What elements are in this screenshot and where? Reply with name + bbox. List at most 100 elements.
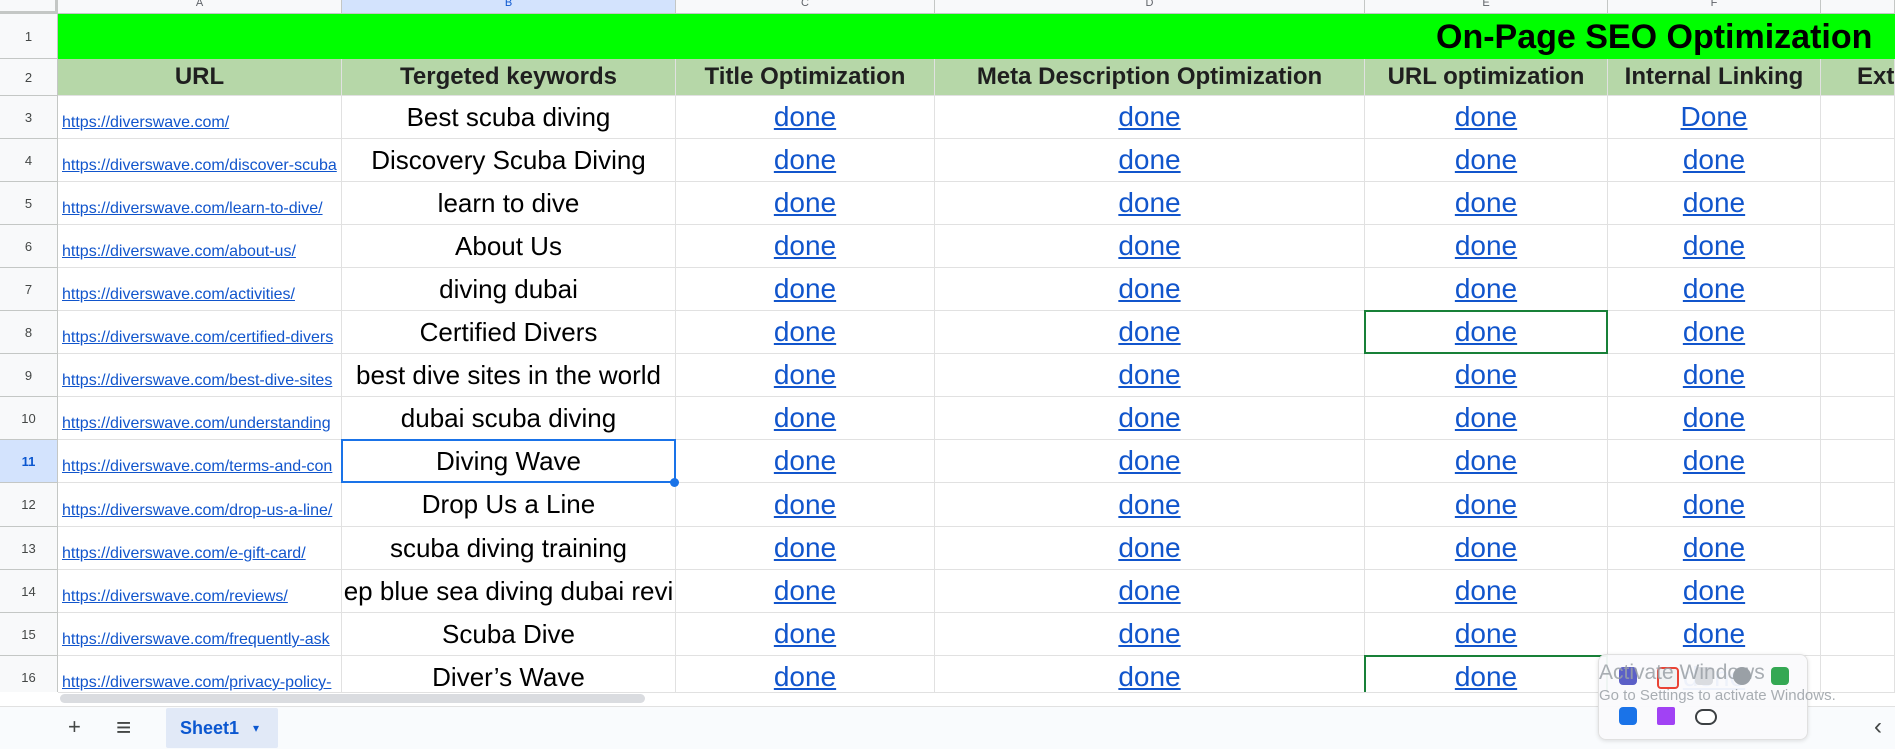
meta-description-cell[interactable]: done (935, 225, 1365, 268)
url-optimization-cell[interactable]: done (1365, 656, 1608, 692)
keyword-cell[interactable]: ep blue sea diving dubai revi (342, 570, 676, 613)
url-optimization-cell[interactable]: done (1365, 613, 1608, 656)
meta-description-cell[interactable]: done (935, 311, 1365, 354)
external-linking-cell[interactable] (1821, 397, 1895, 440)
row-header-16[interactable]: 16 (0, 656, 58, 692)
internal-linking-cell[interactable]: done (1608, 225, 1821, 268)
all-sheets-menu-icon[interactable]: ≡ (116, 712, 131, 743)
internal-linking-cell[interactable]: done (1608, 527, 1821, 570)
header-cell-1[interactable]: URL (58, 59, 342, 96)
title-optimization-cell[interactable]: done (676, 139, 935, 182)
pen-icon[interactable] (1657, 707, 1675, 725)
title-optimization-cell[interactable]: done (676, 656, 935, 692)
url-optimization-cell[interactable]: done (1365, 527, 1608, 570)
title-optimization-cell[interactable]: done (676, 527, 935, 570)
meta-description-cell[interactable]: done (935, 397, 1365, 440)
url-cell[interactable]: https://diverswave.com/certified-divers (58, 311, 342, 354)
meta-description-cell[interactable]: done (935, 182, 1365, 225)
column-header-a[interactable]: A (58, 0, 342, 14)
keyword-cell[interactable]: diving dubai (342, 268, 676, 311)
url-optimization-cell[interactable]: done (1365, 483, 1608, 527)
row-header-5[interactable]: 5 (0, 182, 58, 225)
row-header-1[interactable]: 1 (0, 14, 58, 59)
header-cell-7[interactable]: Ext (1821, 59, 1895, 96)
column-header-c[interactable]: C (676, 0, 935, 14)
url-optimization-cell[interactable]: done (1365, 225, 1608, 268)
header-cell-2[interactable]: Tergeted keywords (342, 59, 676, 96)
meta-description-cell[interactable]: done (935, 96, 1365, 139)
keyword-cell[interactable]: learn to dive (342, 182, 676, 225)
url-cell[interactable]: https://diverswave.com/drop-us-a-line/ (58, 483, 342, 527)
external-linking-cell[interactable] (1821, 440, 1895, 483)
select-all-corner[interactable] (0, 0, 58, 14)
url-optimization-cell[interactable]: done (1365, 182, 1608, 225)
url-cell[interactable]: https://diverswave.com/best-dive-sites (58, 354, 342, 397)
url-cell[interactable]: https://diverswave.com/e-gift-card/ (58, 527, 342, 570)
header-cell-6[interactable]: Internal Linking (1608, 59, 1821, 96)
external-linking-cell[interactable] (1821, 527, 1895, 570)
keyword-cell[interactable]: About Us (342, 225, 676, 268)
sheet-tab-dropdown-icon[interactable]: ▾ (253, 721, 259, 735)
row-header-2[interactable]: 2 (0, 59, 58, 96)
keyword-cell[interactable]: dubai scuba diving (342, 397, 676, 440)
meta-description-cell[interactable]: done (935, 570, 1365, 613)
external-linking-cell[interactable] (1821, 311, 1895, 354)
row-header-9[interactable]: 9 (0, 354, 58, 397)
add-sheet-button[interactable]: + (68, 714, 81, 740)
explore-chevron-icon[interactable]: ‹ (1874, 713, 1882, 741)
row-header-8[interactable]: 8 (0, 311, 58, 354)
keyword-cell[interactable]: scuba diving training (342, 527, 676, 570)
url-cell[interactable]: https://diverswave.com/reviews/ (58, 570, 342, 613)
title-optimization-cell[interactable]: done (676, 440, 935, 483)
url-optimization-cell[interactable]: done (1365, 311, 1608, 354)
external-linking-cell[interactable] (1821, 182, 1895, 225)
column-header-e[interactable]: E (1365, 0, 1608, 14)
meta-description-cell[interactable]: done (935, 354, 1365, 397)
keyword-cell[interactable]: best dive sites in the world (342, 354, 676, 397)
header-cell-3[interactable]: Title Optimization (676, 59, 935, 96)
url-cell[interactable]: https://diverswave.com/about-us/ (58, 225, 342, 268)
row-header-10[interactable]: 10 (0, 397, 58, 440)
url-optimization-cell[interactable]: done (1365, 96, 1608, 139)
internal-linking-cell[interactable]: done (1608, 311, 1821, 354)
title-optimization-cell[interactable]: done (676, 483, 935, 527)
row-header-13[interactable]: 13 (0, 527, 58, 570)
external-linking-cell[interactable] (1821, 268, 1895, 311)
url-cell[interactable]: https://diverswave.com/privacy-policy- (58, 656, 342, 692)
url-optimization-cell[interactable]: done (1365, 440, 1608, 483)
meta-description-cell[interactable]: done (935, 483, 1365, 527)
internal-linking-cell[interactable]: Done (1608, 96, 1821, 139)
url-optimization-cell[interactable]: done (1365, 268, 1608, 311)
external-linking-cell[interactable] (1821, 354, 1895, 397)
column-header-g[interactable] (1821, 0, 1895, 14)
internal-linking-cell[interactable]: done (1608, 354, 1821, 397)
row-header-7[interactable]: 7 (0, 268, 58, 311)
keyword-cell[interactable]: Discovery Scuba Diving (342, 139, 676, 182)
row-header-11[interactable]: 11 (0, 440, 58, 483)
sheet-tab-sheet1[interactable]: Sheet1 ▾ (166, 708, 278, 748)
url-optimization-cell[interactable]: done (1365, 139, 1608, 182)
meta-description-cell[interactable]: done (935, 268, 1365, 311)
url-optimization-cell[interactable]: done (1365, 570, 1608, 613)
header-cell-4[interactable]: Meta Description Optimization (935, 59, 1365, 96)
internal-linking-cell[interactable]: done (1608, 440, 1821, 483)
keyword-cell[interactable]: Scuba Dive (342, 613, 676, 656)
url-cell[interactable]: https://diverswave.com/frequently-ask (58, 613, 342, 656)
column-header-b[interactable]: B (342, 0, 676, 14)
row-header-3[interactable]: 3 (0, 96, 58, 139)
title-optimization-cell[interactable]: done (676, 225, 935, 268)
title-optimization-cell[interactable]: done (676, 182, 935, 225)
external-linking-cell[interactable] (1821, 613, 1895, 656)
meta-description-cell[interactable]: done (935, 527, 1365, 570)
url-optimization-cell[interactable]: done (1365, 354, 1608, 397)
row-header-14[interactable]: 14 (0, 570, 58, 613)
internal-linking-cell[interactable]: done (1608, 483, 1821, 527)
url-cell[interactable]: https://diverswave.com/activities/ (58, 268, 342, 311)
url-optimization-cell[interactable]: done (1365, 397, 1608, 440)
internal-linking-cell[interactable]: done (1608, 397, 1821, 440)
url-cell[interactable]: https://diverswave.com/discover-scuba (58, 139, 342, 182)
row-header-6[interactable]: 6 (0, 225, 58, 268)
title-optimization-cell[interactable]: done (676, 268, 935, 311)
keyword-cell[interactable]: Drop Us a Line (342, 483, 676, 527)
url-cell[interactable]: https://diverswave.com/learn-to-dive/ (58, 182, 342, 225)
